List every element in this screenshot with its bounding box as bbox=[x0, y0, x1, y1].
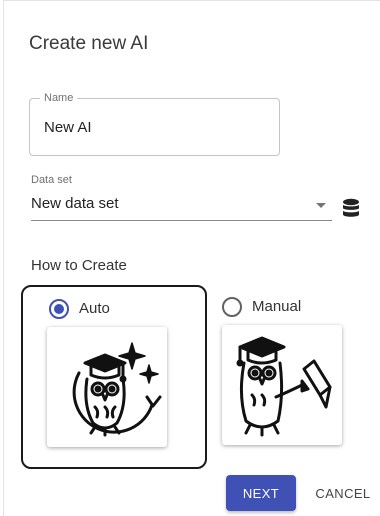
cancel-button[interactable]: CANCEL bbox=[307, 475, 379, 511]
dropdown-arrow-icon[interactable] bbox=[316, 203, 326, 208]
option-auto-card[interactable]: Auto bbox=[21, 285, 207, 469]
dialog-title: Create new AI bbox=[29, 33, 149, 54]
option-auto-label[interactable]: Auto bbox=[79, 300, 110, 317]
name-input[interactable]: New AI bbox=[44, 119, 92, 136]
dataset-select[interactable]: New data set bbox=[31, 191, 332, 221]
create-ai-dialog: Create new AI Name New AI Data set New d… bbox=[3, 0, 380, 516]
name-field-label: Name bbox=[40, 92, 78, 104]
how-to-create-label: How to Create bbox=[31, 257, 127, 274]
option-auto-image[interactable] bbox=[47, 327, 167, 447]
dataset-label: Data set bbox=[31, 174, 72, 186]
dataset-select-value: New data set bbox=[31, 195, 119, 212]
name-field[interactable]: Name New AI bbox=[29, 92, 280, 156]
option-manual-image[interactable] bbox=[222, 325, 342, 445]
database-icon[interactable] bbox=[342, 198, 360, 220]
next-button[interactable]: NEXT bbox=[226, 475, 296, 511]
option-manual-label[interactable]: Manual bbox=[252, 298, 301, 315]
radio-manual[interactable] bbox=[222, 297, 242, 317]
owl-graduate-pencil-icon bbox=[236, 336, 332, 437]
owl-graduate-sparkle-icon bbox=[72, 342, 162, 437]
option-manual-card[interactable]: Manual bbox=[214, 285, 364, 469]
radio-auto[interactable] bbox=[49, 299, 69, 319]
